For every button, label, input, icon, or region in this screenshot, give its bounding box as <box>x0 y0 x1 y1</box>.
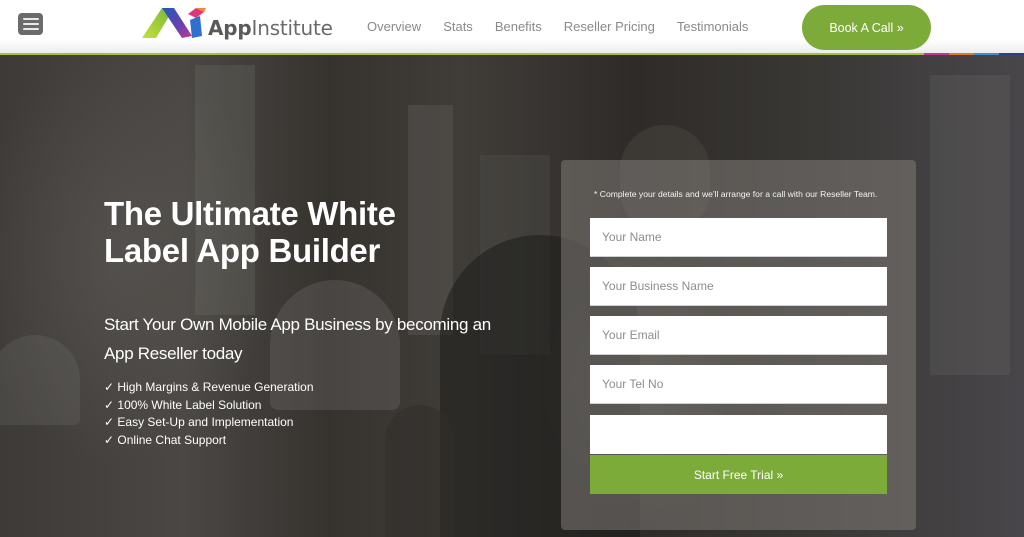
nav-testimonials[interactable]: Testimonials <box>677 19 749 34</box>
name-input[interactable] <box>590 218 887 257</box>
form-note: * Complete your details and we'll arrang… <box>594 189 878 199</box>
feature-item: ✓ 100% White Label Solution <box>104 397 262 412</box>
business-name-input[interactable] <box>590 267 887 306</box>
hero-subtitle: Start Your Own Mobile App Business by be… <box>104 315 491 363</box>
background-photo <box>195 65 255 315</box>
logo-text: AppInstitute <box>208 16 333 40</box>
reseller-signup-form: * Complete your details and we'll arrang… <box>561 160 916 530</box>
nav-benefits[interactable]: Benefits <box>495 19 542 34</box>
feature-item: ✓ Online Chat Support <box>104 433 227 448</box>
background-lamp <box>0 335 80 425</box>
logo[interactable]: AppInstitute <box>140 6 333 40</box>
feature-list: ✓ High Margins & Revenue Generation ✓ 10… <box>104 379 314 450</box>
hero-section: The Ultimate White Label App Builder Sta… <box>0 55 1024 537</box>
nav-reseller-pricing[interactable]: Reseller Pricing <box>564 19 655 34</box>
hamburger-menu-icon[interactable] <box>18 13 43 35</box>
background-person <box>385 405 455 537</box>
nav-stats[interactable]: Stats <box>443 19 473 34</box>
book-a-call-button[interactable]: Book A Call » <box>802 5 931 50</box>
feature-item: ✓ Easy Set-Up and Implementation <box>104 415 294 430</box>
appinstitute-logo-icon <box>142 8 206 38</box>
site-header: AppInstitute Overview Stats Benefits Res… <box>0 0 1024 55</box>
hero-title: The Ultimate White Label App Builder <box>104 195 396 269</box>
tel-input[interactable] <box>590 365 887 404</box>
nav-overview[interactable]: Overview <box>367 19 421 34</box>
blank-field[interactable] <box>590 415 887 454</box>
start-free-trial-button[interactable]: Start Free Trial » <box>590 455 887 494</box>
feature-item: ✓ High Margins & Revenue Generation <box>104 380 314 394</box>
header-color-stripe <box>924 53 1024 55</box>
background-window <box>930 75 1010 375</box>
main-nav: Overview Stats Benefits Reseller Pricing… <box>367 19 770 34</box>
email-input[interactable] <box>590 316 887 355</box>
